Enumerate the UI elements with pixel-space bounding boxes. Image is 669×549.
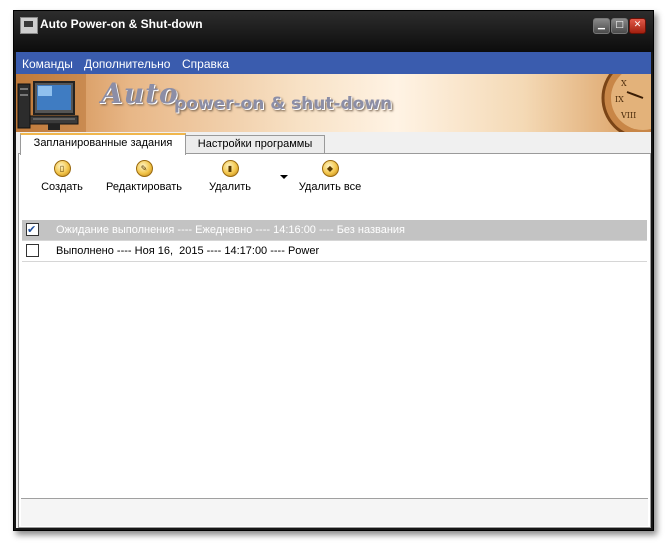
create-label: Создать xyxy=(41,181,83,193)
status-bar xyxy=(21,499,648,526)
minimize-button[interactable]: ▁ xyxy=(593,18,610,34)
task-text: Выполнено ---- Ноя 16, 2015 ---- 14:17:0… xyxy=(56,245,320,257)
title-bar[interactable]: Auto Power-on & Shut-down ▁ □ ✕ xyxy=(14,11,653,52)
task-text: Ожидание выполнения ---- Ежедневно ---- … xyxy=(56,224,406,236)
task-list: Ожидание выполнения ---- Ежедневно ---- … xyxy=(22,220,647,498)
edit-icon: ✎ xyxy=(135,160,153,177)
computer-icon xyxy=(16,74,86,132)
menu-help[interactable]: Справка xyxy=(182,57,229,71)
maximize-button[interactable]: □ xyxy=(611,18,628,34)
task-row[interactable]: Ожидание выполнения ---- Ежедневно ---- … xyxy=(22,220,647,241)
app-window: Auto Power-on & Shut-down ▁ □ ✕ Команды … xyxy=(13,10,654,531)
tasks-panel: ▯ Создать ✎ Редактировать ▮ Удалить ◆ Уд… xyxy=(18,153,651,528)
delete-all-button[interactable]: ◆ Удалить все xyxy=(293,160,367,193)
close-button[interactable]: ✕ xyxy=(629,18,646,34)
tab-program-settings[interactable]: Настройки программы xyxy=(185,135,325,153)
create-icon: ▯ xyxy=(53,160,71,177)
banner-title-auto: Auto xyxy=(101,77,179,110)
main-content: Запланированные задания Настройки програ… xyxy=(16,132,651,528)
window-title: Auto Power-on & Shut-down xyxy=(40,17,203,31)
create-button[interactable]: ▯ Создать xyxy=(35,160,89,193)
header-banner: Auto power-on & shut-down IX X VIII xyxy=(16,74,651,132)
menu-commands[interactable]: Команды xyxy=(22,57,73,71)
task-checkbox[interactable] xyxy=(26,244,39,257)
app-icon xyxy=(20,17,38,34)
svg-text:IX: IX xyxy=(615,95,624,104)
svg-text:VIII: VIII xyxy=(620,111,636,120)
eraser-icon: ◆ xyxy=(321,160,339,177)
task-row[interactable]: Выполнено ---- Ноя 16, 2015 ---- 14:17:0… xyxy=(22,241,647,262)
edit-label: Редактировать xyxy=(106,181,182,193)
menu-additional[interactable]: Дополнительно xyxy=(84,57,170,71)
delete-label: Удалить xyxy=(209,181,251,193)
delete-dropdown-arrow-icon[interactable] xyxy=(280,175,288,179)
delete-all-label: Удалить все xyxy=(298,181,362,193)
edit-button[interactable]: ✎ Редактировать xyxy=(101,160,187,193)
tab-scheduled-tasks[interactable]: Запланированные задания xyxy=(20,133,186,155)
svg-text:X: X xyxy=(621,79,627,88)
delete-icon: ▮ xyxy=(221,160,239,177)
task-checkbox[interactable] xyxy=(26,220,39,240)
menu-bar: Команды Дополнительно Справка xyxy=(16,52,651,74)
banner-title-rest: power-on & shut-down xyxy=(174,94,393,114)
clock-icon: IX X VIII xyxy=(601,74,651,132)
delete-button[interactable]: ▮ Удалить xyxy=(204,160,256,193)
